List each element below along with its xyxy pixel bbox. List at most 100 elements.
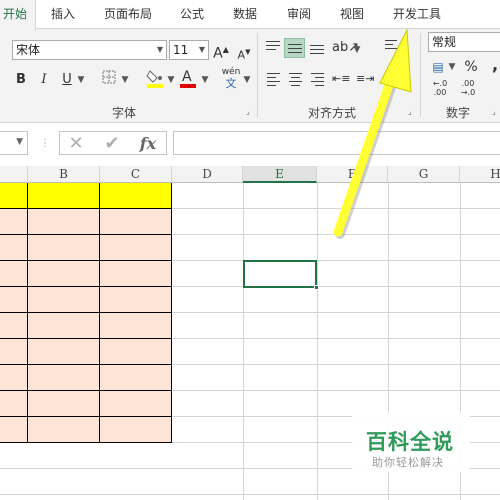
table-border	[0, 208, 172, 209]
tab-home[interactable]: 开始	[0, 0, 36, 30]
decrease-decimal-icon: .00 →.0	[460, 79, 476, 97]
tab-review[interactable]: 审阅	[280, 0, 318, 29]
font-name-select[interactable]: 宋体 ▼	[12, 40, 167, 60]
watermark: 百科全说 助你轻松解决	[352, 412, 470, 472]
ribbon: 宋体 ▼ 11 ▼ A▲ A▼ B I U ▼ ▼ ▼ A ▼ wén 文 ▼ 字…	[0, 29, 500, 123]
table-border	[171, 183, 172, 443]
underline-button[interactable]: U	[60, 70, 74, 90]
border-button[interactable]	[100, 70, 118, 90]
decrease-indent-button[interactable]: ⇤≡	[332, 69, 350, 89]
font-size-select[interactable]: 11 ▼	[169, 40, 209, 60]
chevron-down-icon[interactable]: ▼	[448, 57, 456, 77]
table-border	[0, 234, 172, 235]
table-border	[0, 416, 172, 417]
align-bottom-button[interactable]	[310, 45, 324, 57]
svg-text:A: A	[182, 69, 192, 85]
dialog-launcher-icon[interactable]: ⌟	[492, 107, 496, 116]
group-separator	[420, 33, 421, 117]
formula-input[interactable]	[173, 131, 500, 155]
column-header-e[interactable]: E	[243, 166, 317, 183]
column-header-h[interactable]: H	[460, 166, 500, 183]
table-border	[0, 286, 172, 287]
column-header-c[interactable]: C	[100, 166, 172, 183]
fill-color-button[interactable]	[145, 67, 165, 91]
bold-button[interactable]: B	[14, 70, 28, 90]
percent-button[interactable]: %	[463, 57, 479, 77]
column-header-d[interactable]: D	[172, 166, 243, 183]
increase-indent-button[interactable]: ≡⇥	[356, 69, 374, 89]
chevron-down-icon[interactable]: ▼	[352, 40, 362, 60]
table-border	[0, 338, 172, 339]
align-right-button[interactable]	[311, 73, 324, 89]
table-border	[0, 390, 172, 391]
align-left-button[interactable]	[267, 73, 280, 89]
enter-icon[interactable]: ✔	[100, 133, 124, 155]
wrap-text-button[interactable]	[385, 40, 397, 52]
shrink-font-button[interactable]: A▼	[236, 42, 252, 62]
dialog-launcher-icon[interactable]: ⌟	[408, 107, 412, 116]
chevron-down-icon[interactable]: ▼	[242, 70, 252, 90]
chevron-down-icon[interactable]: ▼	[76, 70, 86, 90]
column-header-a[interactable]	[0, 166, 28, 183]
chevron-down-icon[interactable]: ▼	[200, 70, 210, 90]
insert-function-button[interactable]: fx	[136, 133, 160, 155]
increase-indent-icon: ≡⇥	[356, 72, 375, 85]
tab-insert[interactable]: 插入	[44, 0, 82, 29]
name-box[interactable]: ▼	[0, 131, 28, 155]
align-middle-button[interactable]	[284, 38, 305, 58]
font-group-label: 字体	[112, 106, 137, 120]
tab-developer[interactable]: 开发工具	[386, 0, 448, 29]
chevron-down-icon: ▼	[156, 45, 163, 54]
tab-formulas[interactable]: 公式	[173, 0, 211, 29]
number-format-value: 常规	[432, 35, 457, 49]
table-body	[0, 209, 172, 442]
column-header-g[interactable]: G	[388, 166, 460, 183]
align-middle-icon	[288, 44, 302, 56]
table-border	[27, 183, 28, 443]
gridline	[243, 183, 244, 500]
watermark-title: 百科全说	[366, 430, 454, 454]
active-cell-e[interactable]	[243, 260, 319, 290]
formula-bar: ▼ ⋮ ✕ ✔ fx	[0, 123, 500, 166]
font-color-button[interactable]: A	[178, 67, 198, 91]
paint-bucket-icon	[146, 70, 163, 88]
increase-decimal-button[interactable]: ←.0.00	[430, 79, 450, 99]
comma-style-button[interactable]: ,	[490, 55, 500, 75]
border-icon	[102, 70, 116, 84]
italic-button[interactable]: I	[37, 70, 51, 90]
tab-page-layout[interactable]: 页面布局	[98, 0, 158, 29]
table-border	[0, 442, 172, 443]
phonetic-button[interactable]: wén 文	[220, 67, 242, 91]
decrease-decimal-button[interactable]: .00 →.0	[458, 79, 478, 99]
cancel-icon[interactable]: ✕	[64, 133, 88, 155]
decrease-indent-icon: ⇤≡	[332, 72, 351, 85]
chevron-down-icon[interactable]: ▼	[166, 70, 176, 90]
grow-font-button[interactable]: A▲	[213, 40, 229, 62]
align-center-button[interactable]	[289, 73, 302, 89]
chevron-down-icon[interactable]: ▼	[16, 137, 23, 147]
font-size-value: 11	[173, 43, 189, 57]
dialog-launcher-icon[interactable]: ⌟	[246, 107, 250, 116]
chevron-down-icon[interactable]: ▼	[120, 70, 130, 90]
number-format-select[interactable]: 常规	[428, 32, 500, 52]
ribbon-tab-bar: 开始 插入 页面布局 公式 数据 审阅 视图 开发工具	[0, 0, 500, 30]
resize-handle-icon[interactable]: ⋮	[40, 137, 50, 151]
group-separator	[257, 33, 258, 117]
currency-button[interactable]: ▤	[430, 57, 446, 77]
merge-center-button[interactable]: ⊞	[384, 69, 398, 89]
increase-decimal-icon: ←.0.00	[432, 79, 448, 97]
tab-view[interactable]: 视图	[333, 0, 371, 29]
column-header-f[interactable]: F	[317, 166, 388, 183]
align-top-button[interactable]	[266, 41, 280, 53]
alignment-group-label: 对齐方式	[308, 106, 357, 120]
font-name-value: 宋体	[16, 43, 41, 57]
currency-icon: ▤	[432, 60, 444, 74]
chevron-down-icon: ▼	[198, 45, 205, 54]
orientation-button[interactable]: ab↗	[332, 38, 359, 58]
table-border	[0, 364, 172, 365]
font-color-icon: A	[180, 69, 196, 88]
fill-handle[interactable]	[314, 285, 319, 290]
column-header-b[interactable]: B	[28, 166, 100, 183]
tab-data[interactable]: 数据	[226, 0, 264, 29]
merge-icon: ⊞	[386, 72, 396, 85]
